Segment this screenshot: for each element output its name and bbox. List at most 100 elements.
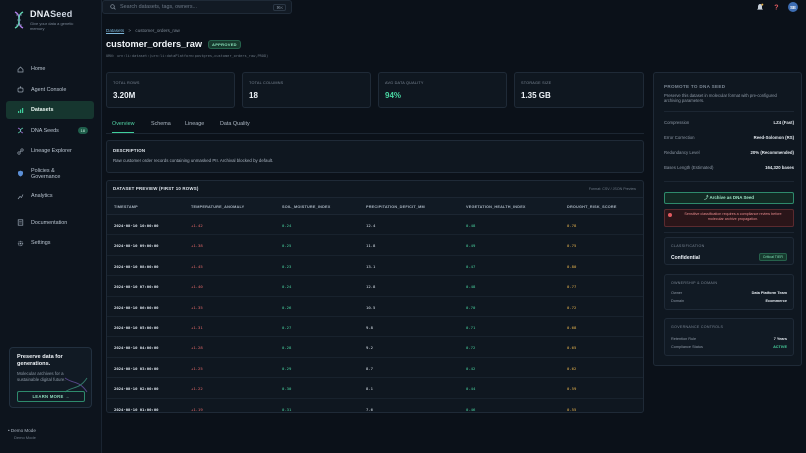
sidebar-item-label: Documentation <box>31 219 68 226</box>
dna-seeds-count-badge: 18 <box>77 127 88 134</box>
table-row[interactable]: 2024-08-10 01:00:00 +1.19 0.31 7.6 0.46 0.55 <box>107 399 643 412</box>
top-bar: ⌘K ? SE <box>102 0 806 16</box>
column-header[interactable]: TEMPERATURE_ANOMALY <box>191 205 244 209</box>
sidebar-item-lineage-explorer[interactable]: Lineage Explorer <box>6 142 94 160</box>
column-header[interactable]: SOIL_MOISTURE_INDEX <box>282 205 331 209</box>
warning-text: Sensitive classification requires a comp… <box>684 212 782 221</box>
description-heading: DESCRIPTION <box>113 148 146 153</box>
avatar[interactable]: SE <box>788 2 798 12</box>
table-row[interactable]: 2024-08-10 07:00:00 +1.40 0.24 12.8 0.48 0.77 <box>107 276 643 297</box>
owner-row: Owner Data Platform Team <box>671 291 787 295</box>
page-title: customer_orders_raw <box>106 39 203 49</box>
cell-vegetation-health: 0.49 <box>466 243 476 249</box>
sidebar-item-settings[interactable]: Settings <box>6 234 94 252</box>
sidebar-item-label: Agent Console <box>31 86 67 93</box>
cell-precipitation-deficit: 13.1 <box>366 263 376 269</box>
app-root: DNASeed Give your data a genetic memory … <box>0 0 806 453</box>
cell-vegetation-health: 0.48 <box>466 284 476 290</box>
column-header[interactable]: VEGETATION_HEALTH_INDEX <box>466 205 526 209</box>
sidebar-item-policies[interactable]: Policies & Governance <box>6 163 94 185</box>
cell-soil-moisture: 0.24 <box>282 223 292 228</box>
tier-badge: Critical TIER <box>758 253 787 261</box>
home-icon <box>17 66 24 73</box>
column-header[interactable]: TIMESTAMP <box>114 205 138 209</box>
table-row[interactable]: 2024-08-10 10:00:00 +1.42 0.24 12.4 0.48 0.78 <box>107 215 643 236</box>
sidebar-item-label: Datasets <box>31 107 54 113</box>
table-row[interactable]: 2024-08-10 05:00:00 +1.31 0.27 9.8 0.71 0.68 <box>107 317 643 338</box>
search-box[interactable]: ⌘K <box>102 0 292 14</box>
table-row[interactable]: 2024-08-10 02:00:00 +1.22 0.30 8.1 0.44 0.59 <box>107 378 643 399</box>
preview-format: Format: CSV / JSON Preview <box>588 187 636 191</box>
help-icon[interactable]: ? <box>772 3 780 12</box>
stat-label: STORAGE SIZE <box>521 81 552 85</box>
stat-value: 94% <box>385 91 402 100</box>
table-row[interactable]: 2024-08-10 09:00:00 +1.38 0.25 11.8 0.49 0.75 <box>107 235 643 256</box>
cell-drought-risk: 0.68 <box>567 325 577 330</box>
dataset-urn: URN: urn:li:dataset:(urn:li:dataPlatform… <box>106 54 269 58</box>
table-row[interactable]: 2024-08-10 03:00:00 +1.25 0.29 8.7 0.42 0.62 <box>107 358 643 379</box>
governance-card: GOVERNANCE CONTROLS Retention Rule 7 Year… <box>664 318 794 356</box>
tab-schema[interactable]: Schema <box>151 119 171 133</box>
analytics-icon <box>17 193 24 200</box>
cell-precipitation-deficit: 9.2 <box>366 345 374 351</box>
param-compression: Compression LZ4 (Fast) <box>664 120 794 125</box>
cell-vegetation-health: 0.44 <box>466 386 476 392</box>
cell-temperature-anomaly: +1.19 <box>191 406 203 412</box>
sidebar-nav: Home Agent Console Datasets DNA Seeds 18… <box>6 60 94 255</box>
archive-as-dna-seed-button[interactable]: ⤴ Archive as DNA Seed <box>664 192 794 204</box>
doc-icon <box>17 219 24 226</box>
demo-mode-indicator[interactable]: • Demo Mode Demo Mode <box>8 428 36 440</box>
cell-soil-moisture: 0.29 <box>282 365 292 371</box>
cell-temperature-anomaly: +1.25 <box>191 365 203 371</box>
cell-vegetation-health: 0.71 <box>466 325 476 330</box>
shield-icon <box>17 170 24 177</box>
table-row[interactable]: 2024-08-10 04:00:00 +1.28 0.28 9.2 0.72 0.65 <box>107 337 643 358</box>
retention-row: Retention Rule 7 Years <box>671 337 787 341</box>
stat-label: AVG DATA QUALITY <box>385 81 424 85</box>
logo[interactable]: DNASeed Give your data a genetic memory <box>11 9 82 31</box>
column-header[interactable]: DROUGHT_RISK_SCORE <box>567 205 617 209</box>
table-row[interactable]: 2024-08-10 08:00:00 +1.45 0.23 13.1 0.47 0.80 <box>107 256 643 277</box>
sidebar-item-home[interactable]: Home <box>6 60 94 78</box>
sidebar-item-documentation[interactable]: Documentation <box>6 214 94 232</box>
bell-icon[interactable] <box>756 3 764 11</box>
cell-precipitation-deficit: 7.6 <box>366 406 374 412</box>
stat-cards: TOTAL ROWS 3.20M TOTAL COLUMNS 18 AVG DA… <box>106 72 644 108</box>
gear-icon <box>17 240 24 247</box>
sidebar-item-label: Lineage Explorer <box>31 148 72 154</box>
cell-drought-risk: 0.80 <box>567 263 577 269</box>
brand-tagline: Give your data a genetic memory <box>30 21 74 31</box>
sidebar-item-analytics[interactable]: Analytics <box>6 187 94 205</box>
tab-overview[interactable]: Overview <box>112 119 135 133</box>
stat-total-rows: TOTAL ROWS 3.20M <box>106 72 235 108</box>
learn-more-button[interactable]: LEARN MORE → <box>17 391 85 402</box>
sidebar-item-datasets[interactable]: Datasets <box>6 101 94 119</box>
nav-separator <box>6 208 94 214</box>
breadcrumb-datasets-link[interactable]: Datasets <box>106 28 124 33</box>
cell-vegetation-health: 0.72 <box>466 345 476 351</box>
column-header[interactable]: PRECIPITATION_DEFICIT_MM <box>366 205 425 209</box>
stat-value: 1.35 GB <box>521 91 551 100</box>
classification-value: Confidential <box>671 255 700 261</box>
preview-heading: DATASET PREVIEW (FIRST 10 ROWS) <box>113 186 199 191</box>
sidebar-item-dna-seeds[interactable]: DNA Seeds 18 <box>6 122 94 140</box>
cell-drought-risk: 0.65 <box>567 345 577 351</box>
tab-data-quality[interactable]: Data Quality <box>220 119 250 133</box>
promote-heading: PROMOTE TO DNA SEED <box>664 84 726 89</box>
cell-timestamp: 2024-08-10 05:00:00 <box>114 325 159 330</box>
cell-precipitation-deficit: 10.5 <box>366 304 376 310</box>
ownership-card: OWNERSHIP & DOMAIN Owner Data Platform Te… <box>664 274 794 310</box>
stat-storage-size: STORAGE SIZE 1.35 GB <box>514 72 644 108</box>
table-row[interactable]: 2024-08-10 06:00:00 +1.35 0.26 10.5 0.70 0.72 <box>107 297 643 317</box>
cell-precipitation-deficit: 9.8 <box>366 325 374 330</box>
tab-lineage[interactable]: Lineage <box>185 119 204 133</box>
cell-vegetation-health: 0.46 <box>466 406 476 412</box>
cell-temperature-anomaly: +1.45 <box>191 263 203 269</box>
stat-total-columns: TOTAL COLUMNS 18 <box>242 72 371 108</box>
search-input[interactable] <box>120 4 270 10</box>
cell-temperature-anomaly: +1.40 <box>191 284 203 290</box>
cell-drought-risk: 0.78 <box>567 223 577 228</box>
stat-value: 3.20M <box>113 91 136 100</box>
svg-text:?: ? <box>774 5 778 12</box>
sidebar-item-agent-console[interactable]: Agent Console <box>6 81 94 99</box>
